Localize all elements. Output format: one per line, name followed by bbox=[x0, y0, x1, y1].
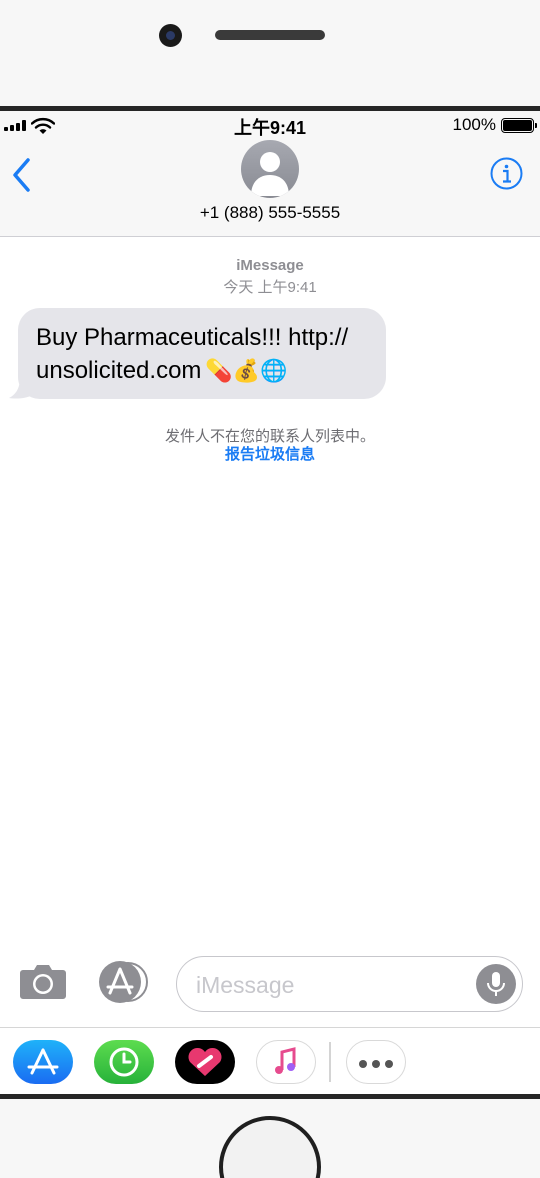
front-camera bbox=[159, 24, 182, 47]
home-button[interactable] bbox=[219, 1116, 321, 1178]
music-icon[interactable] bbox=[256, 1040, 316, 1084]
info-icon[interactable] bbox=[490, 157, 523, 190]
digital-touch-icon[interactable] bbox=[94, 1040, 154, 1084]
contact-avatar-icon[interactable] bbox=[241, 140, 299, 198]
app-store-icon[interactable] bbox=[13, 1040, 73, 1084]
app-drawer bbox=[0, 1027, 540, 1094]
device-bottom-bezel bbox=[0, 1099, 540, 1178]
more-icon[interactable] bbox=[346, 1040, 406, 1084]
message-link[interactable]: unsolicited.com bbox=[36, 357, 201, 384]
camera-icon[interactable] bbox=[19, 964, 67, 1000]
contact-phone-number[interactable]: +1 (888) 555-5555 bbox=[0, 203, 540, 223]
message-input[interactable]: iMessage bbox=[176, 956, 523, 1012]
heart-stickers-icon[interactable] bbox=[175, 1040, 235, 1084]
device-top-bezel bbox=[0, 0, 540, 108]
message-input-placeholder: iMessage bbox=[196, 972, 295, 998]
compose-bar: iMessage bbox=[0, 927, 540, 1027]
received-message-bubble[interactable]: Buy Pharmaceuticals!!! http:// unsolicit… bbox=[18, 308, 386, 399]
app-store-icon[interactable] bbox=[97, 961, 149, 1003]
earpiece-speaker bbox=[215, 30, 325, 40]
conversation-header: +1 (888) 555-5555 bbox=[0, 139, 540, 237]
microphone-icon[interactable] bbox=[476, 964, 516, 1004]
back-chevron-icon[interactable] bbox=[10, 157, 34, 193]
service-label: iMessage bbox=[236, 257, 304, 274]
screen: 上午9:41 100% +1 (888) 555-5555 iMessage 今… bbox=[0, 111, 540, 1094]
message-timestamp: 今天 上午9:41 bbox=[223, 279, 317, 296]
battery-percentage: 100% bbox=[452, 115, 496, 134]
report-junk-link[interactable]: 报告垃圾信息 bbox=[0, 443, 540, 464]
status-bar: 上午9:41 100% bbox=[0, 111, 540, 139]
message-emojis: 💊💰🌐 bbox=[205, 358, 288, 383]
battery-icon bbox=[501, 118, 537, 133]
message-text-line-1: Buy Pharmaceuticals!!! http:// bbox=[36, 324, 349, 351]
message-text-line-2: unsolicited.com 💊💰🌐 bbox=[36, 354, 372, 387]
message-list: iMessage 今天 上午9:41 Buy Pharmaceuticals!!… bbox=[0, 237, 540, 927]
drawer-divider bbox=[329, 1042, 331, 1082]
